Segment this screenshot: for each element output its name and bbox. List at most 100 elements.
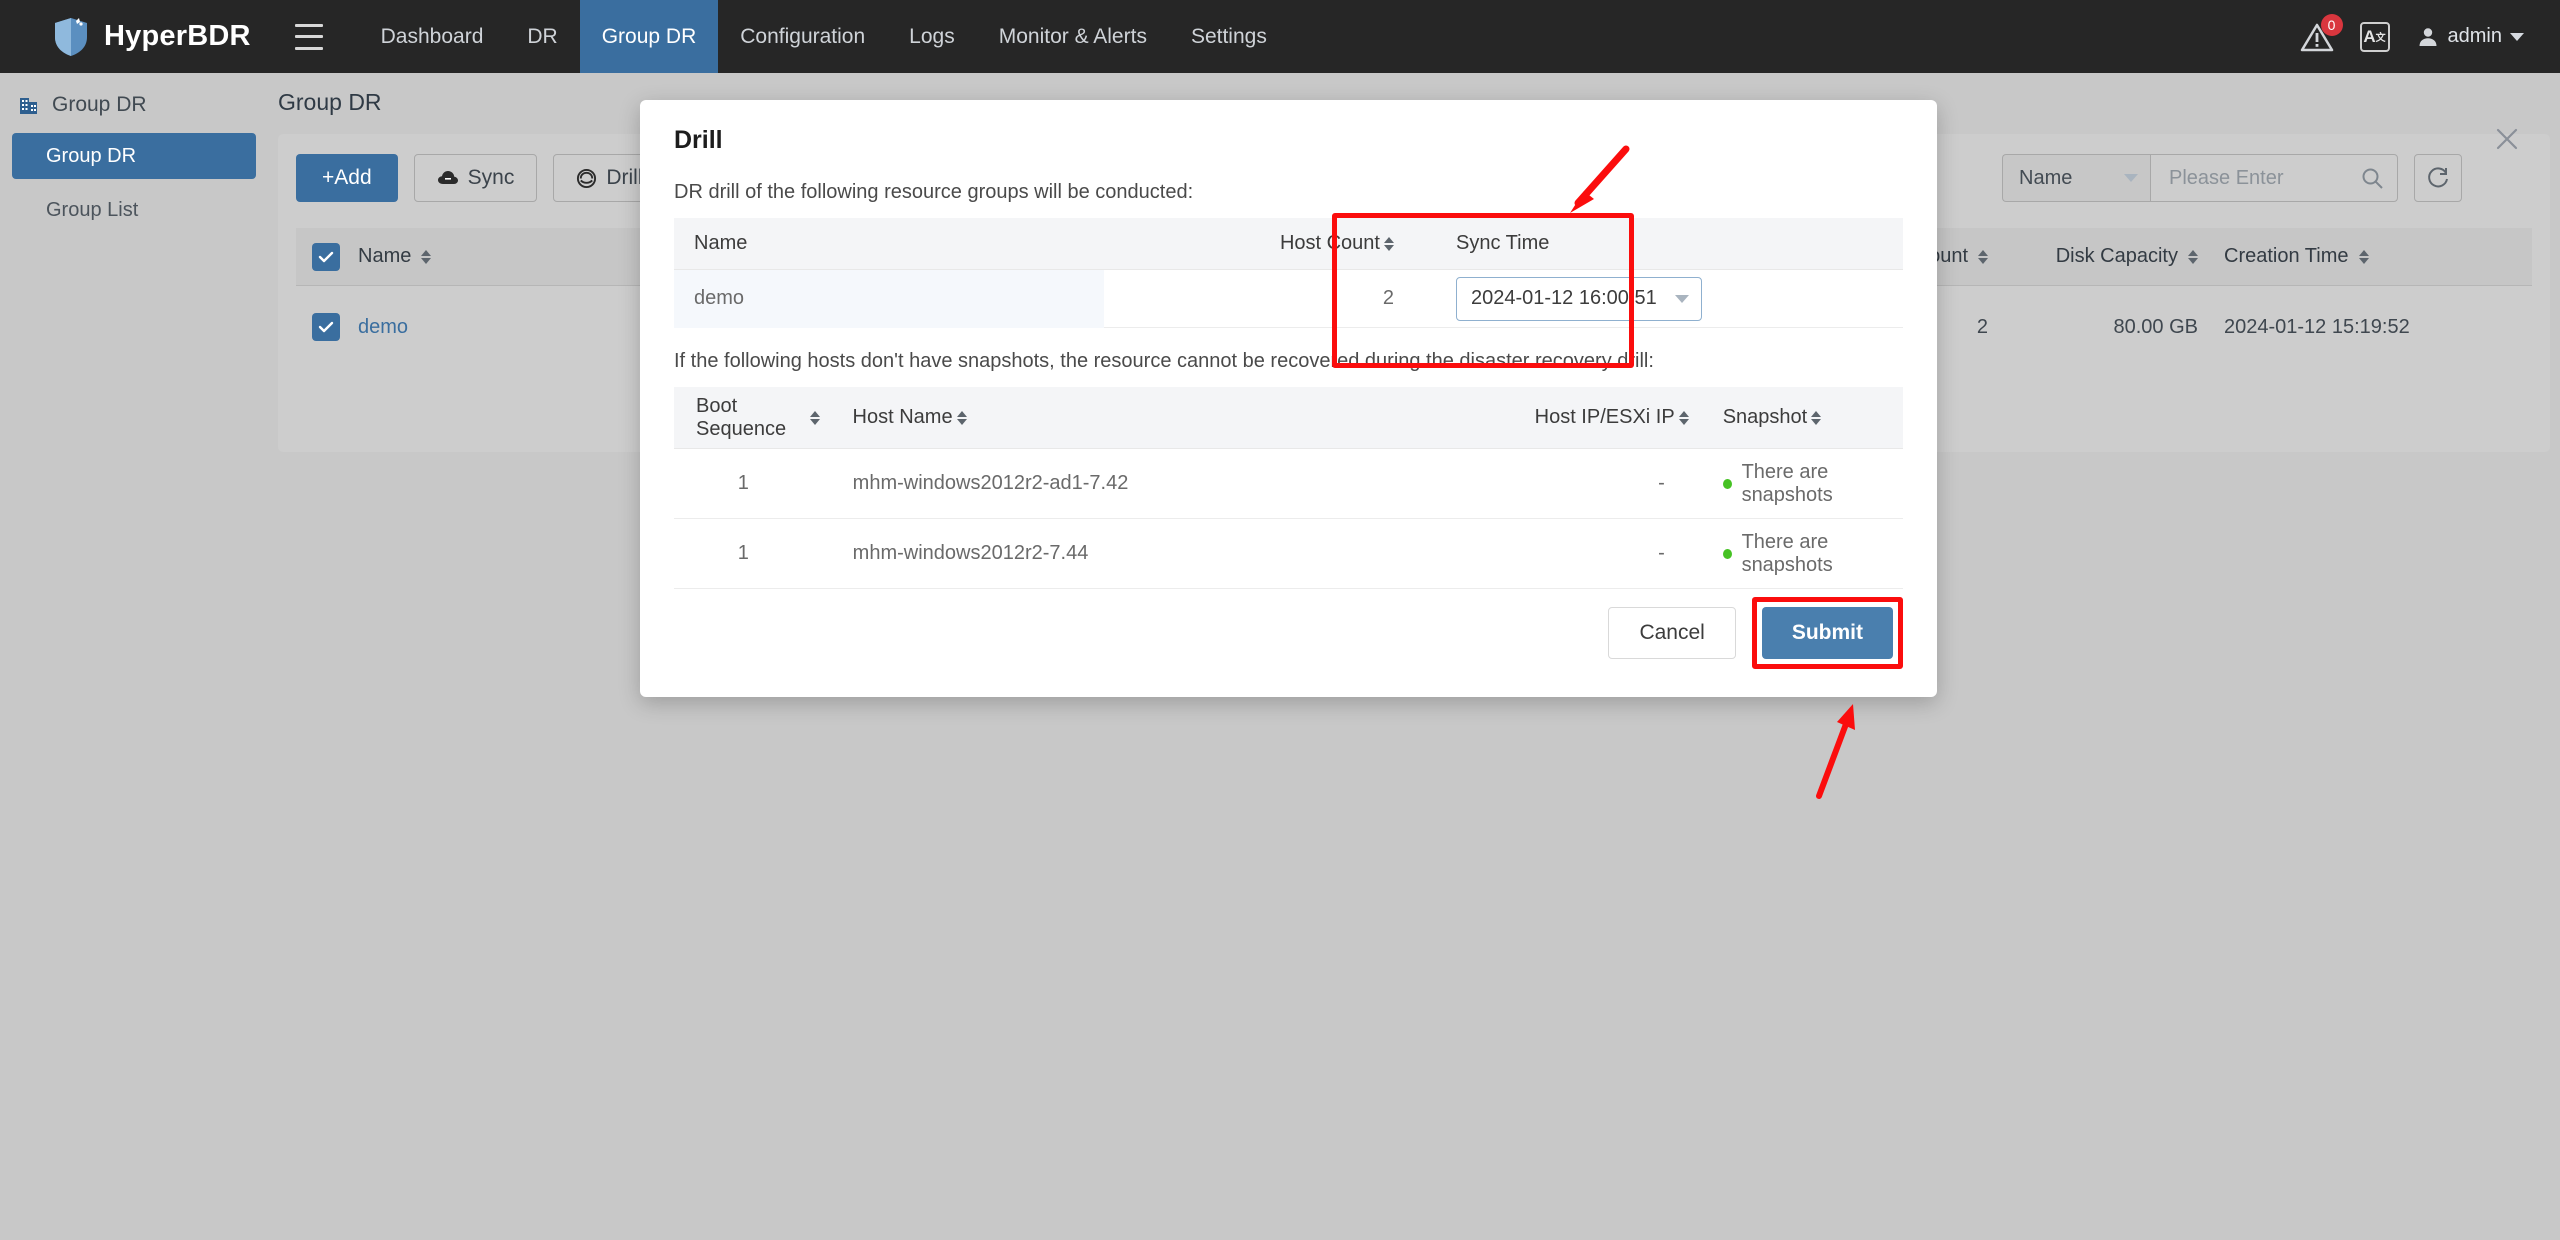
nav-item-configuration[interactable]: Configuration <box>718 0 887 73</box>
close-icon[interactable] <box>2494 126 2520 152</box>
snapshot-status-label: There are snapshots <box>1741 530 1833 576</box>
cell-creation-time: 2024-01-12 15:19:52 <box>2224 315 2410 338</box>
nav-item-settings[interactable]: Settings <box>1169 0 1289 73</box>
drill-icon <box>577 168 597 188</box>
cell-host-ip: - <box>1658 472 1665 494</box>
refresh-icon <box>2428 167 2448 188</box>
sidebar-title-label: Group DR <box>52 93 147 116</box>
snapshot-status-label: There are snapshots <box>1741 460 1833 506</box>
cell-group-name: demo <box>674 269 1104 328</box>
sidebar: Group DR Group DR Group List <box>0 73 268 1240</box>
language-switch-icon[interactable]: A文 <box>2359 21 2390 52</box>
nav-item-dr[interactable]: DR <box>505 0 579 73</box>
row-checkbox[interactable] <box>312 313 340 341</box>
cell-snapshot: There are snapshots <box>1705 531 1903 577</box>
column-label: Sync Time <box>1456 232 1550 254</box>
chevron-down-icon <box>2510 32 2524 41</box>
cell-host-name: mhm-windows2012r2-ad1-7.42 <box>852 472 1129 494</box>
user-name-label: admin <box>2447 25 2502 47</box>
modal-title: Drill <box>674 126 723 154</box>
column-label-line1: Boot <box>696 394 738 417</box>
column-header-host-ip[interactable]: Host IP/ESXi IP <box>1397 406 1704 429</box>
cell-host-count: 2 <box>1382 287 1394 309</box>
cell-sync-time: 2024-01-12 16:00:51 <box>1434 276 1754 321</box>
snapshot-status-dot-icon <box>1722 478 1732 489</box>
brand-logo-group[interactable]: HyperBDR <box>52 17 251 57</box>
cancel-button[interactable]: Cancel <box>1608 607 1736 659</box>
select-all-checkbox[interactable] <box>312 242 340 271</box>
column-label: Disk Capacity <box>2055 245 2178 267</box>
checkmark-icon <box>318 321 334 333</box>
sync-time-select[interactable]: 2024-01-12 16:00:51 <box>1456 276 1702 321</box>
nav-item-monitor-alerts[interactable]: Monitor & Alerts <box>977 0 1169 73</box>
column-label: Host Count <box>1279 232 1380 254</box>
column-label: Name <box>694 232 748 254</box>
sidebar-header: Group DR <box>0 85 268 125</box>
hosts-table: Boot Sequence Host Name Host IP/ESXi IP … <box>674 387 1903 589</box>
shield-logo-icon <box>55 17 87 56</box>
column-header-creation-time[interactable]: Creation Time <box>2198 245 2498 268</box>
sync-button[interactable]: Sync <box>413 154 538 202</box>
column-label: Host IP/ESXi IP <box>1534 406 1675 428</box>
column-header-host-count[interactable]: Host Count <box>1104 232 1434 255</box>
column-header-host-name[interactable]: Host Name <box>853 406 1398 429</box>
column-header-disk-capacity[interactable]: Disk Capacity <box>1988 245 2198 268</box>
drill-button-label: Drill <box>606 166 643 189</box>
sort-icon[interactable] <box>1811 410 1822 425</box>
search-icon[interactable] <box>2361 167 2383 189</box>
sidebar-item-label: Group DR <box>46 144 137 167</box>
column-header-snapshot[interactable]: Snapshot <box>1705 406 1903 429</box>
cell-disk-capacity: 80.00 GB <box>2113 315 2198 338</box>
modal-footer: Cancel Submit <box>1608 597 1903 669</box>
refresh-button[interactable] <box>2414 154 2462 202</box>
submit-highlight-box: Submit <box>1751 597 1903 669</box>
modal-description-hosts: If the following hosts don't have snapsh… <box>674 350 1654 372</box>
sidebar-item-group-dr[interactable]: Group DR <box>12 133 256 179</box>
chevron-down-icon <box>1675 294 1689 303</box>
group-table-row: demo 2 2024-01-12 16:00:51 <box>674 269 1903 328</box>
nav-item-group-dr[interactable]: Group DR <box>579 0 719 73</box>
search-group: Name <box>2002 154 2462 202</box>
host-table-row: 1 mhm-windows2012r2-7.44 - There are sna… <box>674 519 1903 589</box>
search-field-select[interactable]: Name <box>2002 154 2150 202</box>
group-table-header-row: Name Host Count Sync Time <box>674 218 1903 270</box>
sort-icon[interactable] <box>956 410 967 425</box>
user-menu[interactable]: admin <box>2416 25 2524 49</box>
search-input[interactable] <box>2167 165 2347 191</box>
sort-icon[interactable] <box>421 249 432 264</box>
sort-icon[interactable] <box>2188 249 2198 264</box>
sort-icon[interactable] <box>1384 236 1394 251</box>
hosts-table-header-row: Boot Sequence Host Name Host IP/ESXi IP … <box>674 387 1903 449</box>
sort-icon[interactable] <box>1978 249 1988 264</box>
sort-icon[interactable] <box>2358 249 2369 264</box>
sync-button-label: Sync <box>467 166 515 189</box>
alert-count-badge: 0 <box>2320 13 2343 36</box>
resource-group-table: Name Host Count Sync Time demo 2 2024-01… <box>674 218 1903 328</box>
sort-icon[interactable] <box>1678 410 1689 425</box>
column-label: Creation Time <box>2224 245 2349 267</box>
column-label: Snapshot <box>1722 406 1808 428</box>
building-icon <box>20 98 37 114</box>
column-header-boot-sequence[interactable]: Boot Sequence <box>674 395 853 441</box>
brand-name: HyperBDR <box>104 20 251 52</box>
sidebar-item-group-list[interactable]: Group List <box>12 187 256 233</box>
modal-description: DR drill of the following resource group… <box>674 181 1194 203</box>
hamburger-menu-icon[interactable] <box>294 23 323 50</box>
user-avatar-icon <box>2419 27 2437 46</box>
sort-icon[interactable] <box>810 410 820 425</box>
top-nav-right-actions: 0 A文 admin <box>2300 0 2524 73</box>
column-label: Host Name <box>852 406 953 428</box>
cell-boot-sequence: 1 <box>737 472 749 494</box>
submit-button[interactable]: Submit <box>1761 607 1893 659</box>
search-input-wrapper <box>2150 154 2398 202</box>
main-menu: Dashboard DR Group DR Configuration Logs… <box>359 0 1289 73</box>
add-button[interactable]: +Add <box>296 154 398 202</box>
nav-item-logs[interactable]: Logs <box>887 0 977 73</box>
sidebar-item-label: Group List <box>46 198 139 221</box>
cell-host-ip: - <box>1658 542 1665 564</box>
sync-time-value: 2024-01-12 16:00:51 <box>1471 287 1657 309</box>
nav-item-dashboard[interactable]: Dashboard <box>359 0 506 73</box>
cell-host-name: mhm-windows2012r2-7.44 <box>852 542 1089 564</box>
row-name-link[interactable]: demo <box>358 316 408 339</box>
alerts-button[interactable]: 0 <box>2300 13 2343 54</box>
